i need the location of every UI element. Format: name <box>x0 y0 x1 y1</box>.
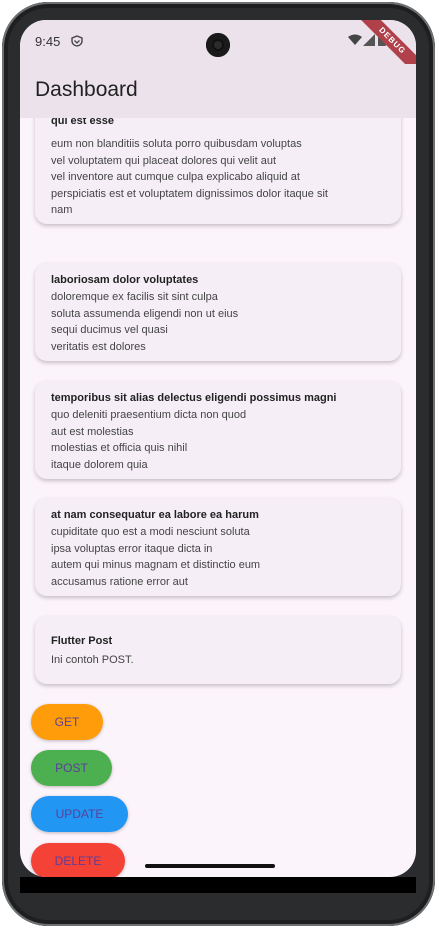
signal-icon <box>363 34 375 46</box>
update-button[interactable]: UPDATE <box>31 796 128 832</box>
delete-button[interactable]: DELETE <box>31 843 125 877</box>
post-title: at nam consequatur ea labore ea harum <box>51 509 259 521</box>
post-body: quo deleniti praesentium dicta non quod … <box>51 409 247 471</box>
post-body: eum non blanditiis soluta porro quibusda… <box>51 138 328 216</box>
gesture-bar[interactable] <box>145 864 275 868</box>
bottom-bezel <box>20 877 416 893</box>
post-title: temporibus sit alias delectus eligendi p… <box>51 392 337 404</box>
status-bar: 9:45 <box>20 20 416 64</box>
post-card[interactable]: Flutter Post Ini contoh POST. <box>35 616 401 684</box>
post-body: doloremque ex facilis sit sint culpa sol… <box>51 291 239 353</box>
camera-icon <box>206 33 230 57</box>
post-body: cupiditate quo est a modi nesciunt solut… <box>51 526 261 588</box>
post-button[interactable]: POST <box>31 750 112 786</box>
status-time: 9:45 <box>35 34 61 49</box>
post-card[interactable]: at nam consequatur ea labore ea harum cu… <box>35 498 401 596</box>
post-title: Flutter Post <box>51 635 113 647</box>
page-title: Dashboard <box>35 78 138 101</box>
shield-icon <box>71 35 83 47</box>
app-bar: Dashboard <box>20 64 416 118</box>
post-card[interactable]: qui est esse eum non blanditiis soluta p… <box>35 118 401 224</box>
post-card[interactable]: laboriosam dolor voluptates doloremque e… <box>35 263 401 361</box>
post-card[interactable]: temporibus sit alias delectus eligendi p… <box>35 381 401 479</box>
post-body: Ini contoh POST. <box>51 654 134 666</box>
screen: 9:45 DEBUG Dashboard qui est esse eum no… <box>20 20 416 877</box>
wifi-icon <box>348 34 362 45</box>
get-button[interactable]: GET <box>31 704 103 740</box>
post-title: qui est esse <box>51 118 114 127</box>
post-title: laboriosam dolor voluptates <box>51 274 199 286</box>
post-list[interactable]: qui est esse eum non blanditiis soluta p… <box>20 118 416 877</box>
